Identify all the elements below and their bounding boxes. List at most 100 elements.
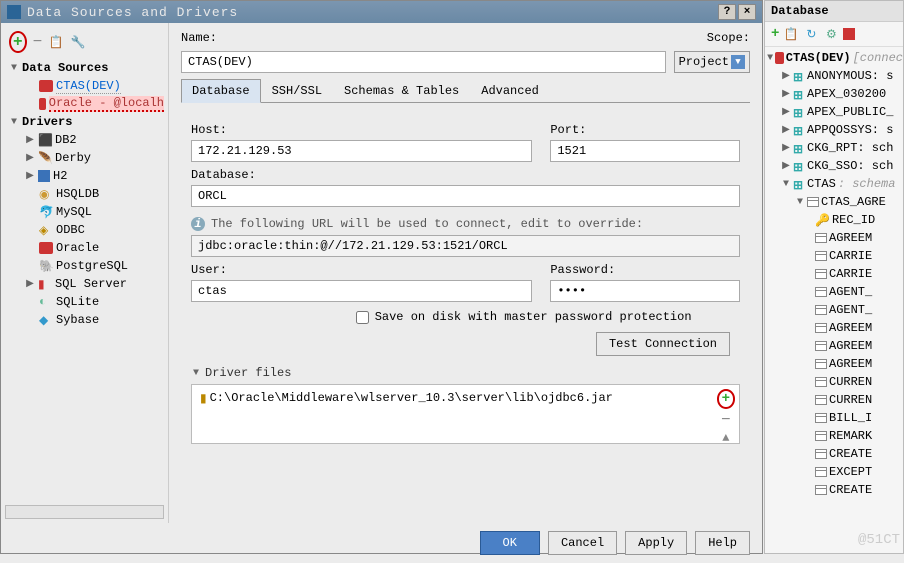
schema-ctas[interactable]: CTAS (807, 177, 836, 191)
add-driver-highlight: + (717, 389, 735, 409)
column-icon (815, 269, 827, 279)
tab-schemas[interactable]: Schemas & Tables (333, 79, 470, 102)
expand-icon[interactable]: ▶ (25, 170, 35, 182)
ok-button[interactable]: OK (480, 531, 540, 555)
column-item[interactable]: CURREN (829, 393, 872, 407)
close-icon[interactable]: × (738, 4, 756, 20)
column-item[interactable]: CARRIE (829, 267, 872, 281)
source-tree[interactable]: ▼Data Sources CTAS(DEV) Oracle - @localh… (5, 59, 164, 501)
expand-icon[interactable]: ▼ (9, 117, 19, 128)
schema-item[interactable]: APEX_PUBLIC_ (807, 105, 893, 119)
schema-item[interactable]: ANONYMOUS: s (807, 69, 893, 83)
column-item[interactable]: BILL_I (829, 411, 872, 425)
column-icon (815, 449, 827, 459)
url-input[interactable] (191, 235, 740, 257)
expand-icon[interactable]: ▶ (25, 152, 35, 164)
user-input[interactable] (191, 280, 532, 302)
driver-hsqldb[interactable]: HSQLDB (56, 187, 99, 201)
tab-advanced[interactable]: Advanced (470, 79, 550, 102)
add-icon[interactable]: + (13, 33, 23, 51)
column-item[interactable]: CURREN (829, 375, 872, 389)
remove-driver-icon[interactable]: − (721, 411, 731, 429)
driver-db2[interactable]: DB2 (55, 133, 77, 147)
schema-item[interactable]: APPQOSSYS: s (807, 123, 893, 137)
host-input[interactable] (191, 140, 532, 162)
horizontal-scrollbar[interactable] (5, 505, 164, 519)
driver-h2[interactable]: H2 (53, 169, 67, 183)
db-copy-icon[interactable]: 📋 (783, 26, 799, 42)
expand-icon[interactable]: ▼ (9, 63, 19, 74)
schema-item[interactable]: CKG_RPT: sch (807, 141, 893, 155)
help-icon[interactable]: ? (718, 4, 736, 20)
name-input[interactable] (181, 51, 666, 73)
driver-files-list[interactable]: ▮C:\Oracle\Middleware\wlserver_10.3\serv… (191, 384, 740, 444)
help-button[interactable]: Help (695, 531, 750, 555)
tree-item-ctas[interactable]: CTAS(DEV) (56, 79, 121, 94)
driver-path[interactable]: C:\Oracle\Middleware\wlserver_10.3\serve… (210, 391, 613, 405)
schema-item[interactable]: CKG_SSO: sch (807, 159, 893, 173)
expand-icon[interactable]: ▶ (781, 160, 791, 172)
db-root[interactable]: CTAS(DEV) (786, 51, 851, 65)
expand-icon[interactable]: ▶ (781, 124, 791, 136)
collapse-icon[interactable]: ▼ (191, 368, 201, 379)
save-password-checkbox[interactable] (356, 311, 369, 324)
scope-dropdown[interactable]: Project▼ (674, 51, 750, 73)
expand-icon[interactable]: ▼ (781, 179, 791, 190)
expand-icon[interactable]: ▶ (781, 142, 791, 154)
expand-icon[interactable]: ▼ (795, 197, 805, 208)
column-item[interactable]: CREATE (829, 447, 872, 461)
tab-ssh[interactable]: SSH/SSL (261, 79, 333, 102)
column-item[interactable]: REC_ID (832, 213, 875, 227)
column-icon (815, 341, 827, 351)
add-driver-icon[interactable]: + (722, 391, 730, 407)
scope-label: Scope: (707, 31, 750, 45)
column-item[interactable]: AGENT_ (829, 303, 872, 317)
settings-icon[interactable]: 🔧 (70, 34, 86, 50)
expand-icon[interactable]: ▶ (781, 106, 791, 118)
remove-icon[interactable]: − (33, 33, 43, 51)
column-item[interactable]: EXCEPT (829, 465, 872, 479)
column-item[interactable]: REMARK (829, 429, 872, 443)
expand-icon[interactable]: ▶ (25, 134, 35, 146)
column-item[interactable]: CREATE (829, 483, 872, 497)
apply-button[interactable]: Apply (625, 531, 687, 555)
db-filter-icon[interactable]: ⚙ (823, 26, 839, 42)
driver-mysql[interactable]: MySQL (56, 205, 92, 219)
column-item[interactable]: AGREEM (829, 339, 872, 353)
tree-item-oracle-err[interactable]: Oracle - @localh (49, 96, 164, 112)
test-connection-button[interactable]: Test Connection (596, 332, 730, 356)
driver-sqlite[interactable]: SQLite (56, 295, 99, 309)
expand-icon[interactable]: ▶ (25, 278, 35, 290)
database-tree[interactable]: ▼CTAS(DEV)[connec ▶⊞ANONYMOUS: s ▶⊞APEX_… (765, 47, 903, 501)
expand-icon[interactable]: ▼ (767, 53, 773, 64)
tab-database[interactable]: Database (181, 79, 261, 103)
driver-sybase[interactable]: Sybase (56, 313, 99, 327)
column-item[interactable]: AGENT_ (829, 285, 872, 299)
sqlite-icon: ◐ (39, 295, 53, 309)
db-add-icon[interactable]: + (771, 26, 779, 42)
column-item[interactable]: AGREEM (829, 357, 872, 371)
driver-postgres[interactable]: PostgreSQL (56, 259, 128, 273)
db-refresh-icon[interactable]: ↻ (803, 26, 819, 42)
up-icon[interactable]: ▲ (722, 431, 729, 445)
titlebar[interactable]: Data Sources and Drivers ? × (1, 1, 762, 23)
table-item[interactable]: CTAS_AGRE (821, 195, 886, 209)
host-label: Host: (191, 123, 532, 137)
driver-oracle[interactable]: Oracle (56, 241, 99, 255)
column-item[interactable]: AGREEM (829, 231, 872, 245)
sqlserver-icon: ▮ (38, 277, 52, 291)
copy-icon[interactable]: 📋 (48, 34, 64, 50)
db-stop-icon[interactable] (843, 28, 855, 40)
column-item[interactable]: AGREEM (829, 321, 872, 335)
cancel-button[interactable]: Cancel (548, 531, 617, 555)
expand-icon[interactable]: ▶ (781, 88, 791, 100)
password-input[interactable] (550, 280, 740, 302)
column-item[interactable]: CARRIE (829, 249, 872, 263)
database-input[interactable] (191, 185, 740, 207)
driver-odbc[interactable]: ODBC (56, 223, 85, 237)
driver-derby[interactable]: Derby (55, 151, 91, 165)
driver-sqlserver[interactable]: SQL Server (55, 277, 127, 291)
port-input[interactable] (550, 140, 740, 162)
schema-item[interactable]: APEX_030200 (807, 87, 886, 101)
expand-icon[interactable]: ▶ (781, 70, 791, 82)
